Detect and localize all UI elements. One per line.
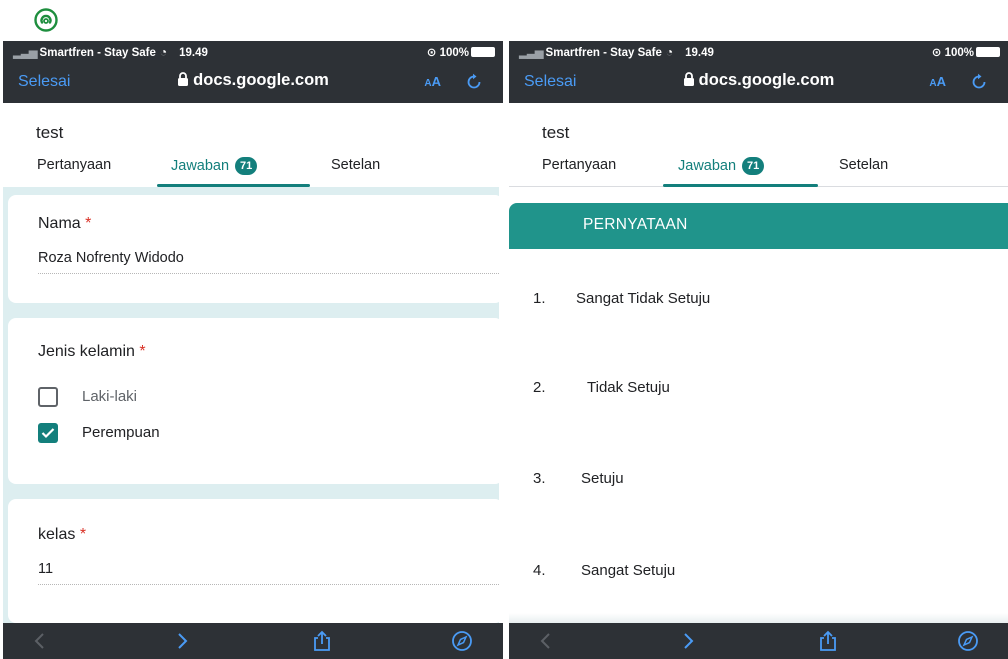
status-time: 19.49 [685,47,714,59]
browser-url-bar: Selesai docs.google.com AA [509,61,1008,103]
signal-icon: ▂▃▅ [13,47,38,59]
chevron-right-icon[interactable] [677,630,699,652]
check-icon [41,428,55,439]
compass-icon[interactable] [451,630,473,652]
tab-responses[interactable]: Jawaban 71 [678,157,765,175]
tab-settings[interactable]: Setelan [331,157,380,173]
active-tab-indicator [157,184,310,187]
url-text: docs.google.com [698,71,835,89]
tab-settings[interactable]: Setelan [839,157,888,173]
statement-item-2: 2. Tidak Setuju [533,379,670,396]
form-header: test Pertanyaan Jawaban 71 Setelan [509,103,1008,187]
text-size-button[interactable]: AA [929,74,946,89]
wifi-icon: ◔ [665,45,674,59]
share-icon[interactable] [311,630,333,652]
browser-url-bar: Selesai docs.google.com AA [3,61,503,103]
question-label: Jenis kelamin * [38,343,146,360]
tab-responses[interactable]: Jawaban 71 [171,157,258,175]
lock-icon [178,72,189,86]
battery-icon [471,47,495,57]
statement-header: PERNYATAAN [509,203,1008,249]
battery-icon [976,47,1000,57]
form-title: test [542,123,570,142]
reload-icon[interactable] [465,73,483,91]
form-tabs: Pertanyaan Jawaban 71 Setelan [509,157,1008,187]
card-shadow [509,613,1008,623]
alarm-icon: ⊙ [426,47,440,59]
chevron-right-icon[interactable] [171,630,193,652]
signal-icon: ▂▃▅ [519,47,544,59]
tab-questions[interactable]: Pertanyaan [37,157,111,173]
answer-text: Roza Nofrenty Widodo [38,250,503,274]
required-marker: * [79,526,87,543]
required-marker: * [139,343,146,360]
statement-item-1: 1. Sangat Tidak Setuju [533,290,711,307]
checkbox-unchecked[interactable] [38,387,58,407]
carrier-name: Smartfren - Stay Safe [545,47,662,59]
form-header: test Pertanyaan Jawaban 71 Setelan [3,103,503,187]
browser-toolbar [3,623,503,659]
reload-icon[interactable] [970,73,988,91]
form-title: test [36,123,64,142]
answer-text: 11 [38,561,503,585]
phone-screen-right: ▂▃▅ Smartfren - Stay Safe ◔ 19.49 ⊙ 100% Se… [509,41,1008,659]
wifi-icon: ◔ [159,45,168,59]
status-time: 19.49 [179,47,208,59]
compass-icon[interactable] [957,630,979,652]
carrier-name: Smartfren - Stay Safe [39,47,156,59]
browser-toolbar [509,623,1008,659]
alarm-icon: ⊙ [931,47,945,59]
responses-count-badge: 71 [235,157,258,175]
scroll-edge [499,187,503,627]
statement-item-4: 4. Sangat Setuju [533,562,676,579]
form-tabs: Pertanyaan Jawaban 71 Setelan [3,157,503,187]
question-card-jenis-kelamin: Jenis kelamin * Laki-laki Perempuan [8,318,503,484]
lock-icon [683,72,694,86]
option-label: Perempuan [82,424,160,441]
chevron-left-icon[interactable] [535,630,557,652]
tab-questions[interactable]: Pertanyaan [542,157,616,173]
required-marker: * [85,215,92,232]
checkbox-checked[interactable] [38,423,58,443]
status-bar: ▂▃▅ Smartfren - Stay Safe ◔ 19.49 ⊙ 100% [509,41,1008,61]
question-card-nama: Nama * Roza Nofrenty Widodo [8,195,503,303]
active-tab-indicator [663,184,818,187]
statement-header-title: PERNYATAAN [583,216,688,233]
share-icon[interactable] [817,630,839,652]
question-label: kelas * [38,526,87,543]
responses-count-badge: 71 [742,157,765,175]
question-card-kelas: kelas * 11 [8,499,503,623]
battery-percent: 100% [944,47,974,59]
statement-item-3: 3. Setuju [533,470,624,487]
option-label: Laki-laki [82,388,138,405]
text-size-button[interactable]: AA [424,74,441,89]
status-bar: ▂▃▅ Smartfren - Stay Safe ◔ 19.49 ⊙ 100% [3,41,503,61]
phone-screen-left: ▂▃▅ Smartfren - Stay Safe ◔ 19.49 ⊙ 100% Se… [3,41,503,659]
url-text: docs.google.com [193,71,329,89]
chevron-left-icon[interactable] [29,630,51,652]
question-label: Nama * [38,215,92,232]
battery-percent: 100% [439,47,469,59]
chat-bubble-icon [34,8,58,32]
